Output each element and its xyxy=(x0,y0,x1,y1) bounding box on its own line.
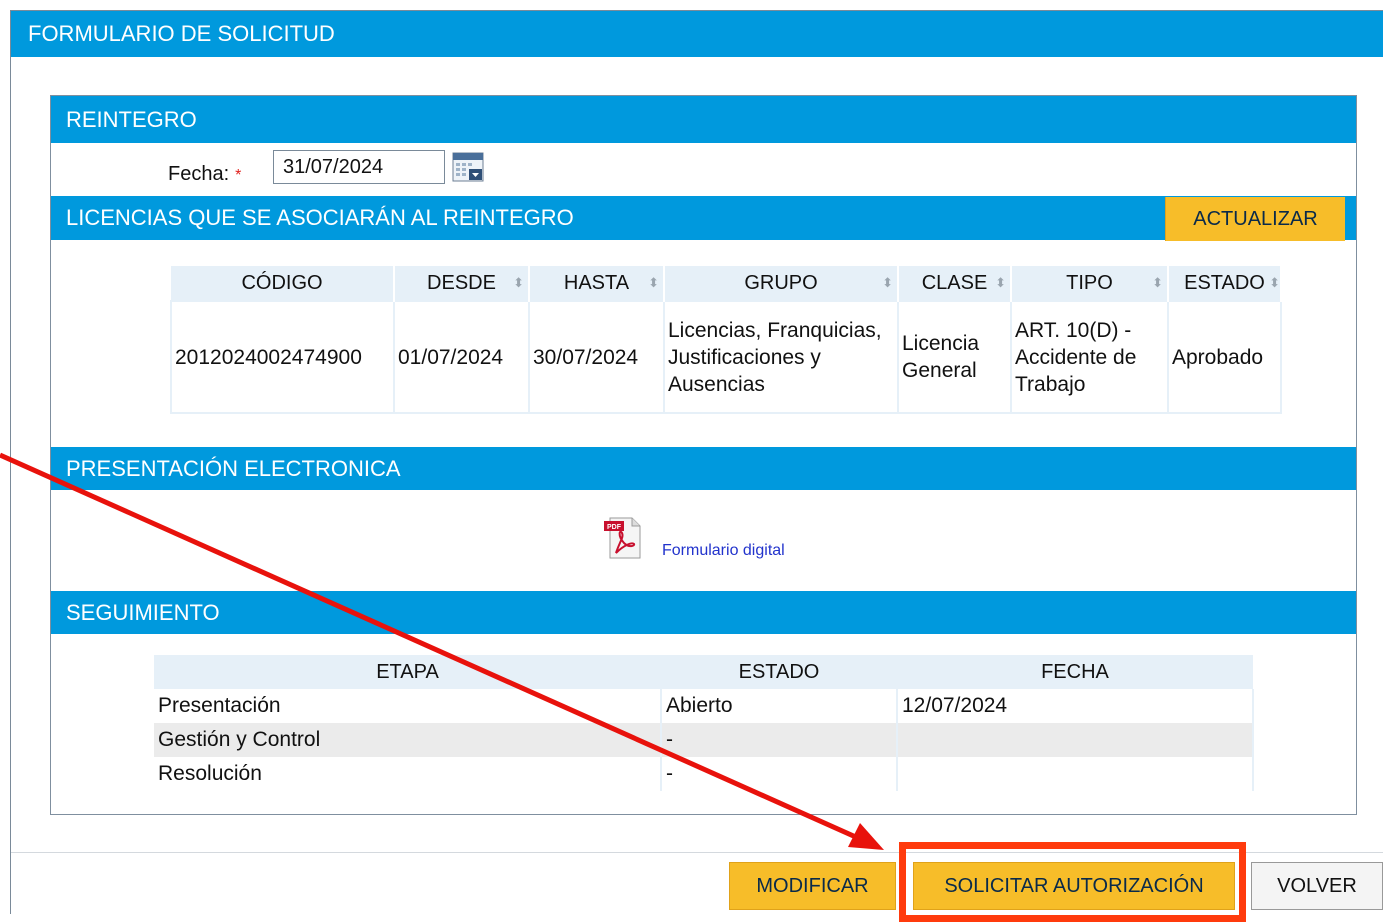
formulario-digital-link[interactable]: Formulario digital xyxy=(662,542,785,560)
cell-estado: Abierto xyxy=(661,689,898,723)
cell-desde: 01/07/2024 xyxy=(393,300,530,414)
col-header-estado-label: ESTADO xyxy=(1184,271,1265,294)
sort-icon[interactable]: ⬍ xyxy=(513,275,524,291)
col-header-grupo[interactable]: GRUPO ⬍ xyxy=(664,266,899,301)
col-header-grupo-label: GRUPO xyxy=(744,271,818,294)
licencias-header-row: CÓDIGO DESDE ⬍ HASTA ⬍ GRUPO ⬍ CLASE ⬍ TIPO ⬍… xyxy=(171,266,1282,301)
col-header-estado[interactable]: ESTADO ⬍ xyxy=(1168,266,1282,301)
fecha-input[interactable]: 31/07/2024 xyxy=(273,150,445,184)
cell-etapa: Resolución xyxy=(154,757,662,791)
col-header-codigo[interactable]: CÓDIGO xyxy=(171,266,395,301)
cell-grupo: Licencias, Franquicias, Justificaciones … xyxy=(663,300,899,414)
col-header-tipo[interactable]: TIPO ⬍ xyxy=(1011,266,1169,301)
cell-codigo: 2012024002474900 xyxy=(170,300,395,414)
seguimiento-table: ETAPA ESTADO FECHA Presentación Abierto … xyxy=(154,655,1254,791)
col-header-estado: ESTADO xyxy=(661,655,897,689)
modificar-button[interactable]: MODIFICAR xyxy=(729,862,896,910)
cell-fecha xyxy=(897,723,1254,757)
table-row: Resolución - xyxy=(154,757,1254,791)
calendar-icon[interactable] xyxy=(452,152,484,182)
licencias-table: CÓDIGO DESDE ⬍ HASTA ⬍ GRUPO ⬍ CLASE ⬍ TIPO ⬍… xyxy=(170,266,1282,414)
col-header-desde[interactable]: DESDE ⬍ xyxy=(394,266,530,301)
col-header-clase[interactable]: CLASE ⬍ xyxy=(898,266,1012,301)
cell-estado: - xyxy=(661,757,898,791)
table-row: Presentación Abierto 12/07/2024 xyxy=(154,689,1254,723)
pdf-icon[interactable]: PDF xyxy=(602,515,644,561)
cell-estado: Aprobado xyxy=(1167,300,1282,414)
cell-fecha: 12/07/2024 xyxy=(897,689,1254,723)
required-mark: * xyxy=(235,167,242,184)
presentacion-section-header: PRESENTACIÓN ELECTRONICA xyxy=(51,447,1356,490)
col-header-desde-label: DESDE xyxy=(427,271,496,294)
col-header-etapa: ETAPA xyxy=(154,655,661,689)
cell-tipo: ART. 10(D) - Accidente de Trabajo xyxy=(1010,300,1169,414)
sort-icon[interactable]: ⬍ xyxy=(882,275,893,291)
seguimiento-section-header: SEGUIMIENTO xyxy=(51,591,1356,634)
col-header-hasta[interactable]: HASTA ⬍ xyxy=(529,266,665,301)
col-header-fecha: FECHA xyxy=(897,655,1253,689)
cell-hasta: 30/07/2024 xyxy=(528,300,665,414)
licencias-section-header: LICENCIAS QUE SE ASOCIARÁN AL REINTEGRO xyxy=(51,196,1356,240)
sort-icon[interactable]: ⬍ xyxy=(1152,275,1163,291)
annotation-highlight-box xyxy=(899,842,1246,922)
fecha-label-text: Fecha: xyxy=(168,163,230,185)
page-title: FORMULARIO DE SOLICITUD xyxy=(11,11,1383,57)
volver-button[interactable]: VOLVER xyxy=(1251,862,1383,910)
fecha-label: Fecha: * xyxy=(168,163,241,186)
col-header-hasta-label: HASTA xyxy=(563,271,630,294)
table-row[interactable]: 2012024002474900 01/07/2024 30/07/2024 L… xyxy=(170,300,1282,414)
sort-icon[interactable]: ⬍ xyxy=(995,275,1006,291)
cell-clase: Licencia General xyxy=(897,300,1012,414)
cell-etapa: Gestión y Control xyxy=(154,723,662,757)
reintegro-section-header: REINTEGRO xyxy=(51,96,1356,143)
cell-fecha xyxy=(897,757,1254,791)
svg-text:PDF: PDF xyxy=(607,524,622,531)
seguimiento-header-row: ETAPA ESTADO FECHA xyxy=(154,655,1253,689)
table-row: Gestión y Control - xyxy=(154,723,1254,757)
col-header-tipo-label: TIPO xyxy=(1066,271,1113,294)
cell-estado: - xyxy=(661,723,898,757)
col-header-clase-label: CLASE xyxy=(921,271,988,294)
sort-icon[interactable]: ⬍ xyxy=(1269,275,1280,291)
sort-icon[interactable]: ⬍ xyxy=(648,275,659,291)
actualizar-button[interactable]: ACTUALIZAR xyxy=(1165,197,1345,241)
cell-etapa: Presentación xyxy=(154,689,662,723)
